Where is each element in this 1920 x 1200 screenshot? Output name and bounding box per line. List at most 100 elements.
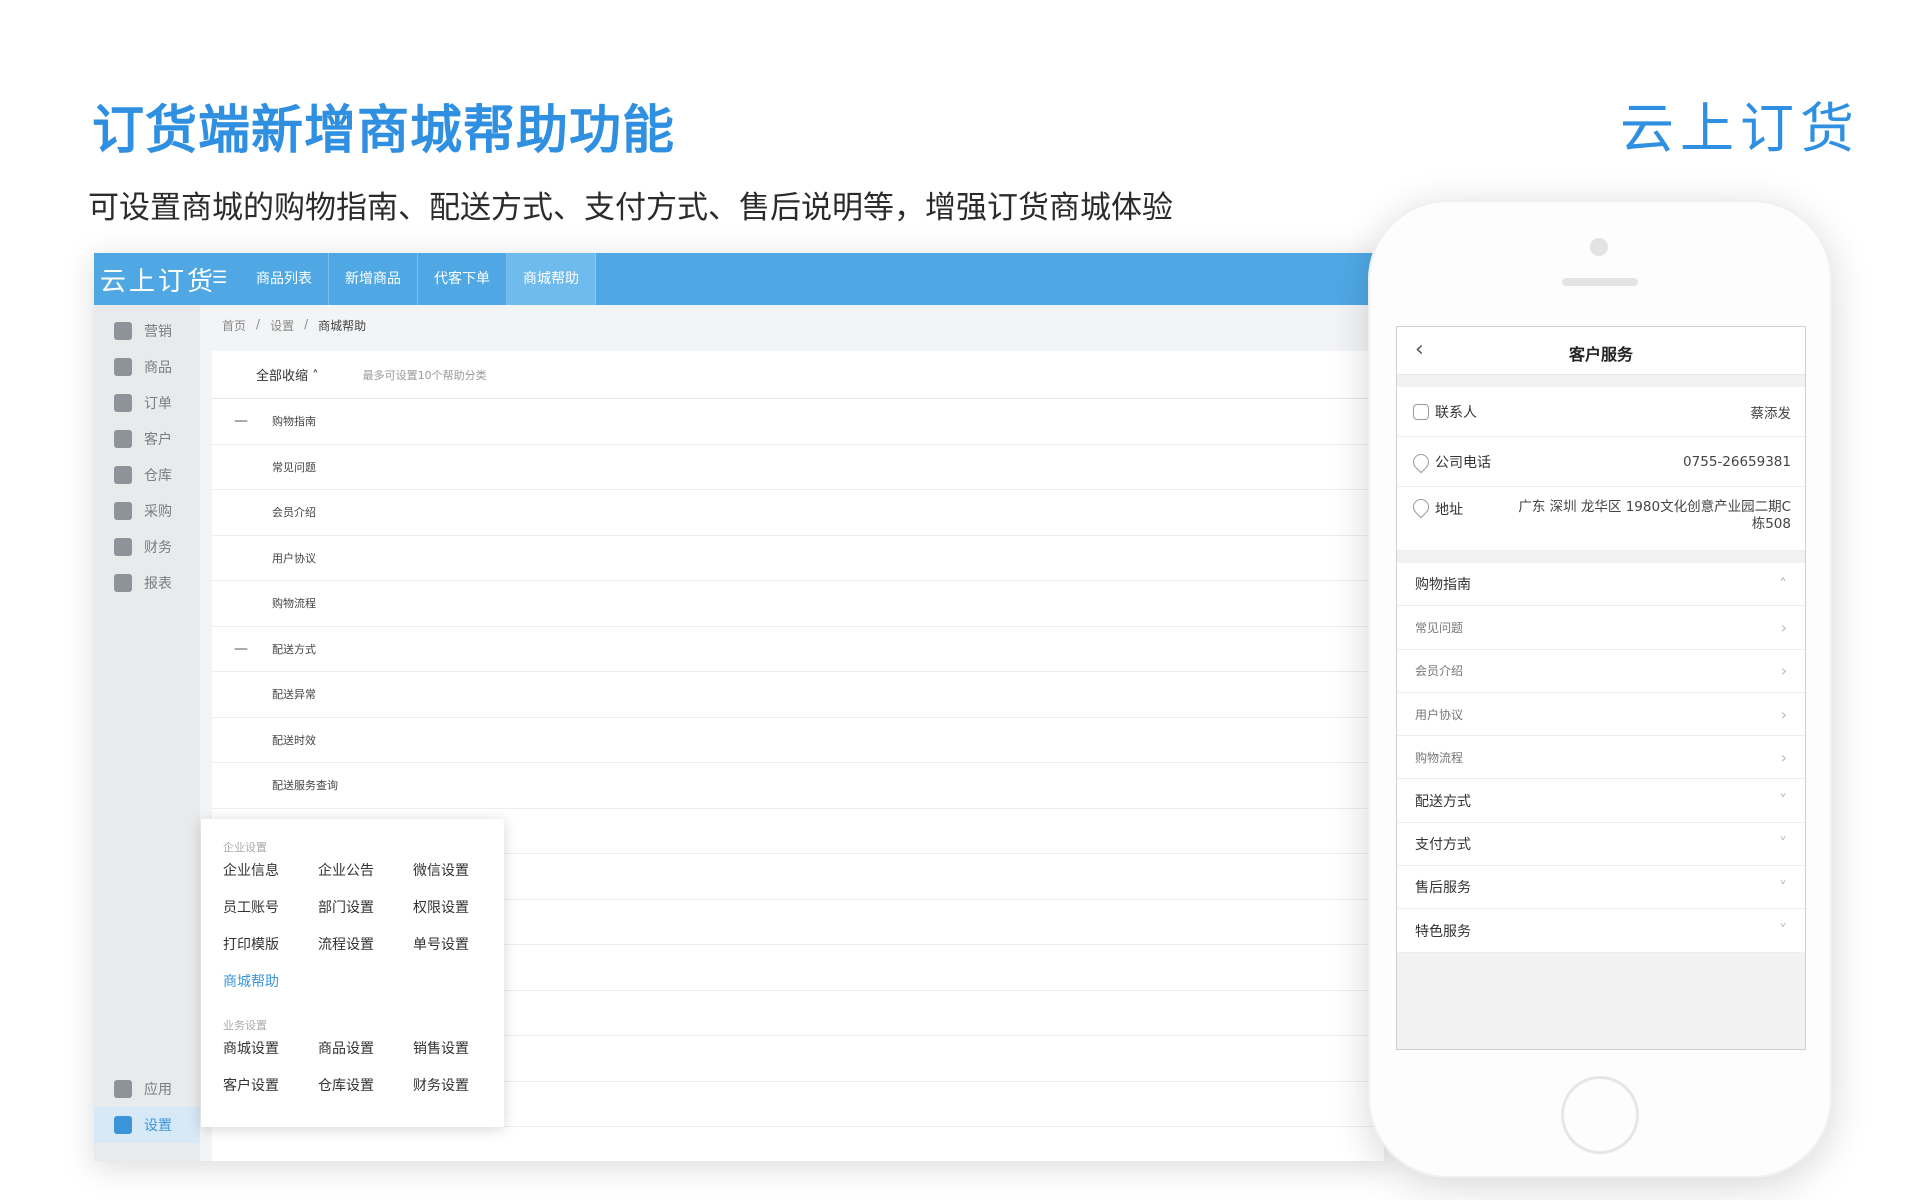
help-category-row[interactable]: 配送方式 ˅ bbox=[1397, 779, 1805, 823]
subcategory-row[interactable]: 常见问题 bbox=[212, 445, 1384, 490]
help-category-row[interactable]: 售后服务 ˅ bbox=[1397, 866, 1805, 910]
menu-item-sales-settings[interactable]: 销售设置 bbox=[413, 1031, 508, 1068]
menu-toggle-icon[interactable]: ☰ bbox=[212, 268, 227, 288]
help-item-row[interactable]: 用户协议 › bbox=[1397, 693, 1805, 737]
breadcrumb-separator: / bbox=[304, 317, 309, 331]
sidebar-item-label: 仓库 bbox=[144, 468, 172, 484]
menu-item-department-settings[interactable]: 部门设置 bbox=[318, 890, 413, 927]
subcategory-row[interactable]: 会员介绍 bbox=[212, 490, 1384, 536]
tab-proxy-order[interactable]: 代客下单 bbox=[418, 253, 507, 305]
help-category-row[interactable]: 购物指南 ˄ bbox=[1397, 563, 1805, 607]
subcategory-row[interactable]: 购物流程 bbox=[212, 581, 1384, 627]
subcategory-name: 用户协议 bbox=[272, 551, 316, 565]
help-category-row[interactable]: 特色服务 ˅ bbox=[1397, 909, 1805, 953]
sidebar-item-orders[interactable]: 订单 bbox=[94, 385, 200, 421]
sidebar-item-customers[interactable]: 客户 bbox=[94, 421, 200, 457]
category-row[interactable]: — 购物指南 bbox=[212, 399, 1384, 445]
subcategory-name: 配送异常 bbox=[272, 688, 316, 702]
help-item-row[interactable]: 购物流程 › bbox=[1397, 736, 1805, 780]
contact-label: 联系人 bbox=[1435, 404, 1477, 421]
menu-item-mall-settings[interactable]: 商城设置 bbox=[223, 1031, 318, 1068]
menu-item-workflow-settings[interactable]: 流程设置 bbox=[318, 927, 413, 964]
sidebar-item-warehouse[interactable]: 仓库 bbox=[94, 457, 200, 493]
location-pin-icon bbox=[1409, 495, 1433, 519]
breadcrumb-current: 商城帮助 bbox=[318, 319, 367, 333]
phone-label: 公司电话 bbox=[1435, 454, 1491, 471]
basket-icon bbox=[114, 502, 132, 520]
help-item-label: 常见问题 bbox=[1415, 620, 1464, 635]
menu-item-company-info[interactable]: 企业信息 bbox=[223, 853, 318, 890]
sidebar-item-products[interactable]: 商品 bbox=[94, 349, 200, 385]
sidebar: 营销 商品 订单 客户 仓库 采购 财务 报表 应用 设置 bbox=[94, 305, 200, 1161]
menu-item-customer-settings[interactable]: 客户设置 bbox=[223, 1068, 318, 1105]
building-icon bbox=[114, 430, 132, 448]
category-name: 购物指南 bbox=[272, 415, 316, 429]
menu-item-product-settings[interactable]: 商品设置 bbox=[318, 1031, 413, 1068]
chevron-right-icon: › bbox=[1780, 704, 1787, 724]
money-bag-icon bbox=[114, 538, 132, 556]
help-category-label: 配送方式 bbox=[1415, 793, 1471, 810]
menu-item-finance-settings[interactable]: 财务设置 bbox=[413, 1068, 508, 1105]
sidebar-item-purchase[interactable]: 采购 bbox=[94, 493, 200, 529]
address-label: 地址 bbox=[1435, 502, 1463, 518]
subcategory-name: 会员介绍 bbox=[272, 506, 316, 520]
subcategory-name: 购物流程 bbox=[272, 597, 316, 611]
subcategory-name: 常见问题 bbox=[272, 460, 316, 474]
collapse-icon[interactable]: — bbox=[234, 641, 252, 657]
breadcrumb: 首页 / 设置 / 商城帮助 bbox=[222, 317, 366, 334]
help-category-label: 售后服务 bbox=[1415, 880, 1471, 897]
subcategory-row[interactable]: 配送时效 bbox=[212, 718, 1384, 763]
sidebar-item-label: 财务 bbox=[144, 540, 172, 556]
popup-grid-company: 企业信息 企业公告 微信设置 员工账号 部门设置 权限设置 打印模版 流程设置 … bbox=[223, 853, 508, 1001]
screen-header: ‹ 客户服务 bbox=[1397, 327, 1805, 375]
menu-item-staff-accounts[interactable]: 员工账号 bbox=[223, 890, 318, 927]
subcategory-name: 配送时效 bbox=[272, 733, 316, 747]
sidebar-item-marketing[interactable]: 营销 bbox=[94, 313, 200, 349]
tab-add-product[interactable]: 新增商品 bbox=[329, 253, 418, 305]
contact-info: 联系人 蔡添发 公司电话 0755-26659381 地址 广东 深圳 龙华区 … bbox=[1397, 387, 1805, 551]
chevron-down-icon: ˅ bbox=[1779, 834, 1787, 854]
sidebar-item-label: 营销 bbox=[144, 324, 172, 340]
category-row[interactable]: — 配送方式 bbox=[212, 627, 1384, 672]
breadcrumb-home[interactable]: 首页 bbox=[222, 317, 246, 334]
sidebar-item-finance[interactable]: 财务 bbox=[94, 529, 200, 565]
menu-item-company-notice[interactable]: 企业公告 bbox=[318, 853, 413, 890]
menu-item-number-settings[interactable]: 单号设置 bbox=[413, 927, 508, 964]
tab-product-list[interactable]: 商品列表 bbox=[240, 253, 329, 305]
subcategory-row[interactable]: 配送异常 bbox=[212, 672, 1384, 718]
subcategory-row[interactable]: 配送服务查询 bbox=[212, 763, 1384, 809]
page-headline: 订货端新增商城帮助功能 bbox=[92, 101, 676, 161]
sidebar-item-label: 报表 bbox=[144, 576, 172, 592]
sidebar-item-settings[interactable]: 设置 bbox=[94, 1107, 200, 1143]
tab-mall-help[interactable]: 商城帮助 bbox=[507, 253, 596, 305]
sidebar-item-apps[interactable]: 应用 bbox=[94, 1071, 200, 1107]
contact-value: 蔡添发 bbox=[1750, 405, 1792, 422]
menu-item-wechat-settings[interactable]: 微信设置 bbox=[413, 853, 508, 890]
help-menu: 购物指南 ˄ 常见问题 › 会员介绍 › 用户协议 › 购物流程 › 配送方式 ˅ 支付方式… bbox=[1397, 563, 1805, 953]
help-item-label: 用户协议 bbox=[1415, 707, 1464, 722]
menu-item-print-templates[interactable]: 打印模版 bbox=[223, 927, 318, 964]
sidebar-item-reports[interactable]: 报表 bbox=[94, 565, 200, 601]
chevron-down-icon: ˅ bbox=[1779, 877, 1787, 897]
collapse-all-button[interactable]: 全部收缩 ˄ bbox=[256, 365, 319, 384]
home-button[interactable] bbox=[1561, 1076, 1639, 1154]
help-category-row[interactable]: 支付方式 ˅ bbox=[1397, 823, 1805, 867]
help-category-label: 支付方式 bbox=[1415, 836, 1471, 853]
admin-window: 云上订货 ☰ 商品列表 新增商品 代客下单 商城帮助 营销 商品 订单 客户 仓… bbox=[94, 253, 1384, 1161]
gear-icon bbox=[114, 1116, 132, 1134]
collapse-icon[interactable]: — bbox=[234, 413, 252, 429]
menu-item-mall-help[interactable]: 商城帮助 bbox=[223, 964, 318, 1001]
subcategory-row[interactable]: 用户协议 bbox=[212, 536, 1384, 581]
breadcrumb-settings[interactable]: 设置 bbox=[270, 317, 294, 334]
sidebar-item-label: 订单 bbox=[144, 396, 172, 412]
address-row: 地址 广东 深圳 龙华区 1980文化创意产业园二期C栋508 bbox=[1397, 487, 1805, 551]
company-phone-row[interactable]: 公司电话 0755-26659381 bbox=[1397, 437, 1805, 487]
chart-icon bbox=[114, 574, 132, 592]
brand-logo: 云上订货 bbox=[1620, 97, 1860, 160]
help-item-row[interactable]: 常见问题 › bbox=[1397, 606, 1805, 650]
help-item-row[interactable]: 会员介绍 › bbox=[1397, 650, 1805, 693]
subcategory-name: 配送服务查询 bbox=[272, 779, 338, 793]
contact-person-row: 联系人 蔡添发 bbox=[1397, 387, 1805, 437]
menu-item-permission-settings[interactable]: 权限设置 bbox=[413, 890, 508, 927]
menu-item-warehouse-settings[interactable]: 仓库设置 bbox=[318, 1068, 413, 1105]
